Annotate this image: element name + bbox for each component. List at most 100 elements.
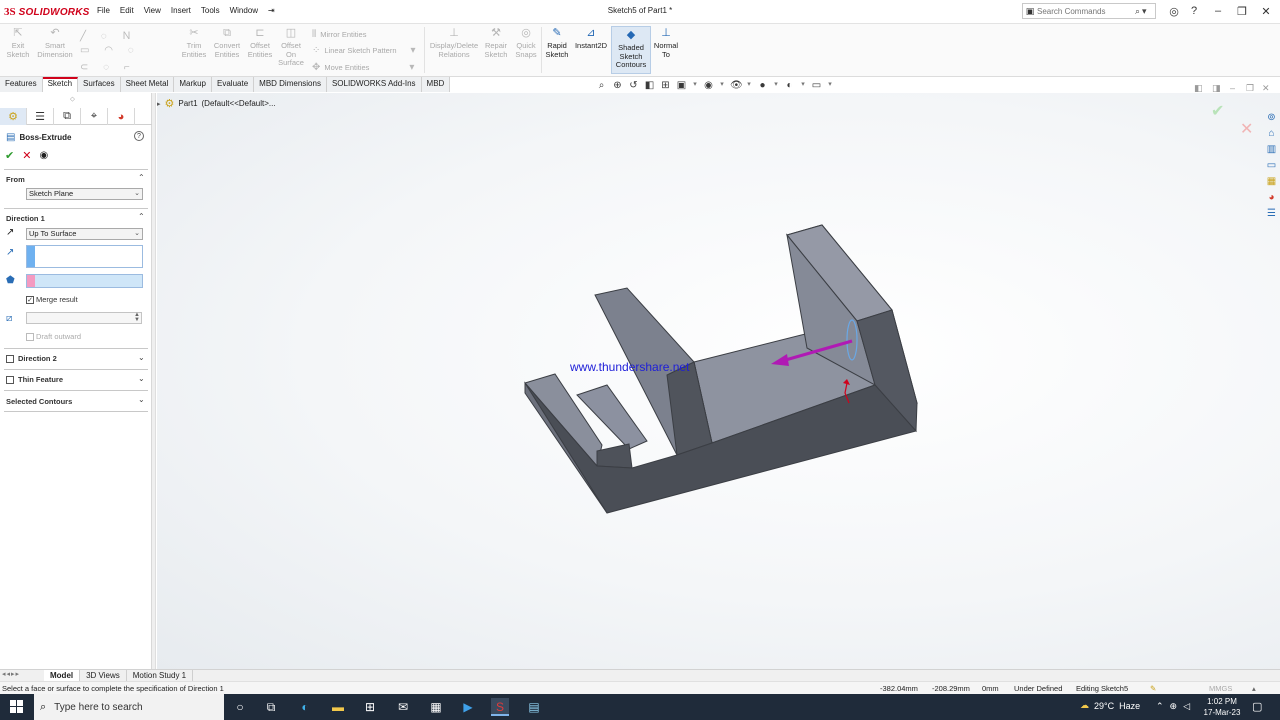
slot-tools-icon[interactable]: ⊂ ◌ ⌐ <box>80 62 136 73</box>
from-group-title[interactable]: From <box>6 175 25 184</box>
repair-sketch-button[interactable]: ⚒ Repair Sketch <box>482 26 510 59</box>
configuration-manager-tab-icon[interactable]: ⧉ <box>54 108 81 125</box>
mail-icon[interactable]: ✉ <box>394 698 412 716</box>
file-explorer-icon[interactable]: ▬ <box>329 698 347 716</box>
minimize-button[interactable]: – <box>1208 3 1228 19</box>
home-icon[interactable]: ⌂ <box>1265 127 1279 140</box>
view-palette-icon[interactable]: ▦ <box>1265 175 1279 188</box>
doc-minimize-icon[interactable]: – <box>1230 83 1235 93</box>
apply-scene-icon[interactable]: ◐ <box>784 80 795 91</box>
selected-contours-group-title[interactable]: Selected Contours <box>6 397 72 406</box>
display-manager-tab-icon[interactable]: ◕ <box>108 108 135 125</box>
expand-icon[interactable]: ⌄ <box>138 395 145 404</box>
reverse-direction-icon[interactable]: ↗ <box>6 227 14 238</box>
exit-sketch-button[interactable]: ⇱ Exit Sketch <box>4 26 32 59</box>
close-button[interactable]: ✕ <box>1256 3 1276 19</box>
linear-sketch-pattern-button[interactable]: ⁘ Linear Sketch Pattern ▾ <box>312 45 416 56</box>
units-dropdown-icon[interactable]: ▴ <box>1252 684 1256 693</box>
network-icon[interactable]: ⊕ <box>1170 701 1178 712</box>
menu-view[interactable]: View <box>139 6 166 15</box>
panel-grip-icon[interactable]: ⬦ <box>70 96 75 104</box>
normal-to-button[interactable]: ⊥ Normal To <box>652 26 680 59</box>
cancel-icon[interactable]: ✕ <box>22 149 31 162</box>
property-manager-tab-icon[interactable]: ☰ <box>27 108 54 125</box>
dimxpert-tab-icon[interactable]: ⌖ <box>81 108 108 125</box>
quick-snaps-button[interactable]: ◎ Quick Snaps <box>514 26 538 59</box>
face-selection-box[interactable] <box>26 274 143 288</box>
cortana-icon[interactable]: ○ <box>231 698 249 716</box>
help-icon[interactable]: ? <box>134 131 144 141</box>
menu-file[interactable]: File <box>92 6 115 15</box>
menu-edit[interactable]: Edit <box>115 6 139 15</box>
menu-tools[interactable]: Tools <box>196 6 225 15</box>
tab-3d-views[interactable]: 3D Views <box>80 670 127 681</box>
status-units[interactable]: MMGS <box>1209 684 1232 693</box>
taskbar-search[interactable]: ⌕ Type here to search <box>34 694 224 720</box>
weather-widget[interactable]: ☁ 29°C Haze <box>1080 700 1140 711</box>
offset-on-surface-button[interactable]: ◫ Offset On Surface <box>278 26 304 68</box>
calculator-icon[interactable]: ▦ <box>427 698 445 716</box>
search-input[interactable] <box>1037 6 1133 16</box>
rectangle-tools-icon[interactable]: ▭ ◠ ◌ <box>80 45 140 56</box>
thin-feature-group[interactable]: Thin Feature <box>6 375 63 384</box>
tray-expand-icon[interactable]: ⌃ <box>1156 701 1164 712</box>
dropdown-icon[interactable]: ▾ <box>746 80 752 91</box>
search-icon[interactable]: ⌕ <box>1135 6 1140 17</box>
smart-dimension-button[interactable]: ↶ Smart Dimension <box>36 26 74 59</box>
notepad-icon[interactable]: ▤ <box>525 698 543 716</box>
graphics-area[interactable]: ▸ ⚙ Part1 (Default<<Default>... www.thun <box>157 93 1280 720</box>
search-dropdown-icon[interactable]: ▾ <box>1142 6 1147 17</box>
dropdown-icon[interactable]: ▾ <box>800 80 806 91</box>
confirm-ok-icon[interactable]: ✔ <box>1211 101 1224 121</box>
tab-scroll-arrows[interactable]: ◂◂▸▸ <box>0 670 44 681</box>
expand-icon[interactable]: ⌄ <box>138 374 145 383</box>
rapid-sketch-button[interactable]: ✎ Rapid Sketch <box>543 26 571 59</box>
direction1-group-title[interactable]: Direction 1 <box>6 214 45 223</box>
appearances-icon[interactable]: ◕ <box>1265 191 1279 204</box>
tab-evaluate[interactable]: Evaluate <box>212 77 255 92</box>
design-library-icon[interactable]: ▥ <box>1265 143 1279 156</box>
shaded-sketch-contours-button[interactable]: ◆ Shaded Sketch Contours <box>611 26 651 74</box>
pattern-dropdown-icon[interactable]: ▾ <box>411 45 416 56</box>
dropdown-icon[interactable]: ▾ <box>773 80 779 91</box>
confirm-cancel-icon[interactable]: ✕ <box>1240 119 1253 139</box>
tab-sketch[interactable]: Sketch <box>42 77 79 92</box>
store-icon[interactable]: ⊞ <box>361 698 379 716</box>
spinner-icon[interactable]: ▲ ▼ <box>134 312 140 323</box>
previous-view-icon[interactable]: ↺ <box>628 80 639 91</box>
end-condition-select[interactable]: Up To Surface ⌄ <box>26 228 143 240</box>
tab-mbd-dimensions[interactable]: MBD Dimensions <box>254 77 327 92</box>
solidworks-logo[interactable]: 3S SOLIDWORKS <box>4 4 90 20</box>
menu-window[interactable]: Window <box>225 6 263 15</box>
rebuild-icon[interactable]: ✎ <box>1150 684 1156 693</box>
hide-show-items-icon[interactable]: 👁 <box>730 80 743 91</box>
convert-entities-button[interactable]: ⧉ Convert Entities <box>212 26 242 59</box>
move-dropdown-icon[interactable]: ▾ <box>409 62 414 73</box>
tab-motion-study[interactable]: Motion Study 1 <box>127 670 194 681</box>
zoom-to-area-icon[interactable]: ⊕ <box>612 80 623 91</box>
notifications-icon[interactable]: ▢ <box>1252 700 1262 713</box>
zoom-icon[interactable]: ▶ <box>459 698 477 716</box>
move-entities-button[interactable]: ✥ Move Entities ▾ <box>312 62 414 73</box>
tab-solidworks-add-ins[interactable]: SOLIDWORKS Add-Ins <box>326 77 422 92</box>
file-explorer-icon[interactable]: ▭ <box>1265 159 1279 172</box>
edit-appearance-icon[interactable]: ● <box>757 80 768 91</box>
view-orientation-icon[interactable]: ▣ <box>676 80 687 91</box>
draft-icon[interactable]: ⧄ <box>6 313 12 324</box>
tab-sheet-metal[interactable]: Sheet Metal <box>120 77 175 92</box>
view-settings-icon[interactable]: ▭ <box>811 80 822 91</box>
volume-icon[interactable]: ◁ <box>1183 701 1190 712</box>
pin-icon[interactable]: ⇥ <box>263 6 280 15</box>
edge-icon[interactable]: ◐ <box>296 698 314 716</box>
tab-surfaces[interactable]: Surfaces <box>78 77 121 92</box>
dropdown-icon[interactable]: ▾ <box>692 80 698 91</box>
display-delete-relations-button[interactable]: ⊥ Display/Delete Relations <box>428 26 480 59</box>
custom-properties-icon[interactable]: ☰ <box>1265 207 1279 220</box>
direction2-group[interactable]: Direction 2 <box>6 354 57 363</box>
dropdown-icon[interactable]: ▾ <box>719 80 725 91</box>
menu-insert[interactable]: Insert <box>166 6 196 15</box>
checkbox-icon[interactable] <box>6 375 14 384</box>
collapse-icon[interactable]: ⌃ <box>138 212 145 221</box>
offset-entities-button[interactable]: ⊏ Offset Entities <box>246 26 274 59</box>
part-model[interactable] <box>157 93 1280 669</box>
